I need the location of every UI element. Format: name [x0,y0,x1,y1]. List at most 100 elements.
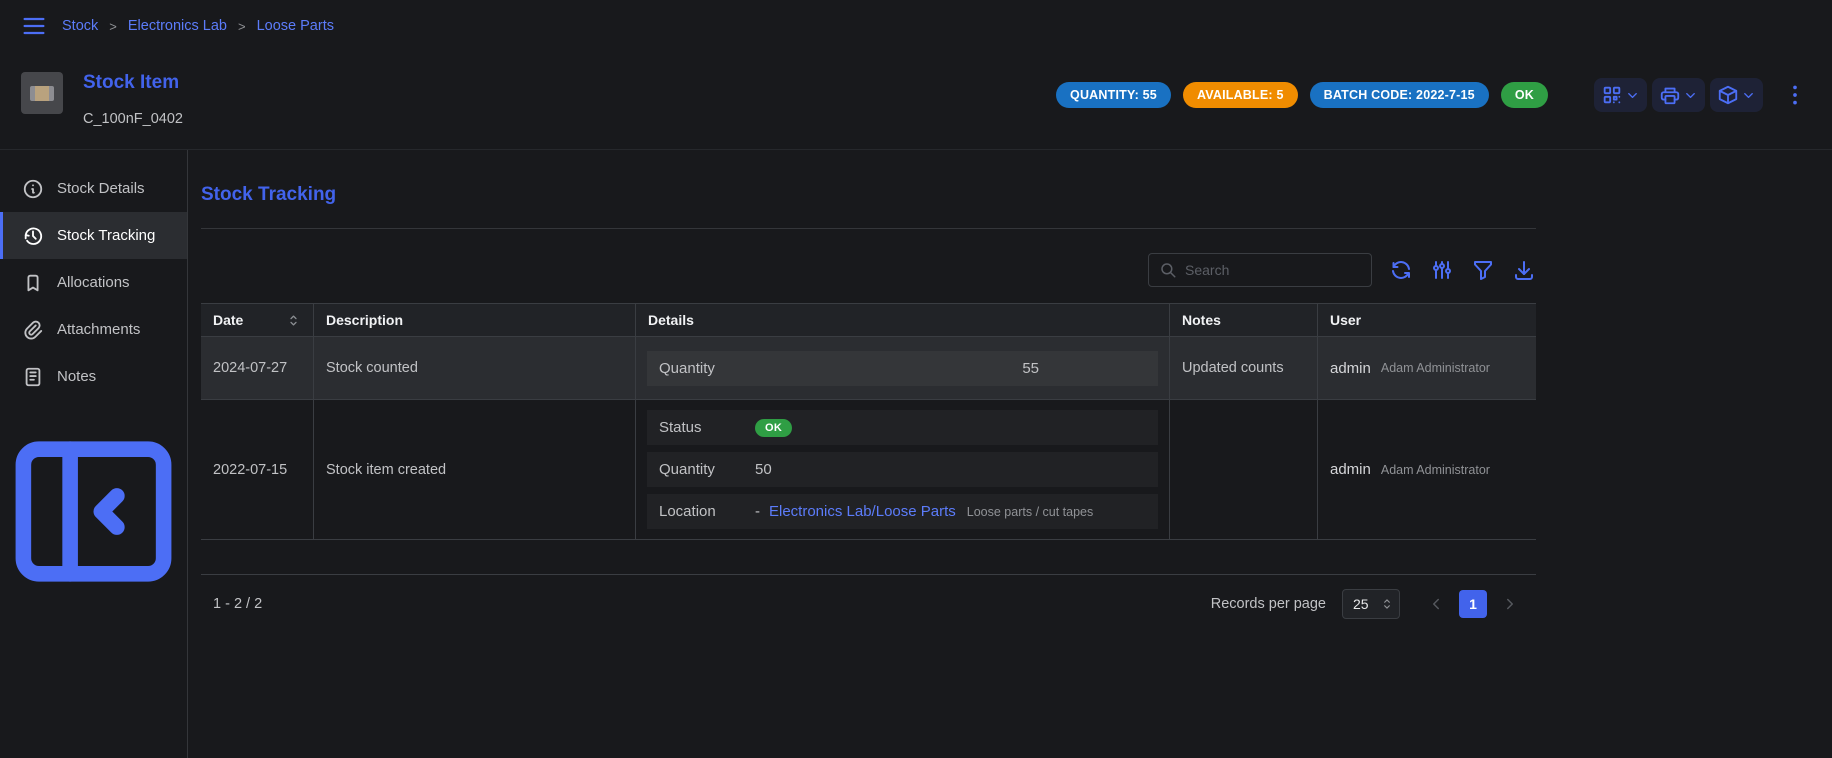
more-options-button[interactable] [1782,82,1808,108]
pagination-controls: Records per page 25 1 [1211,589,1524,619]
search-box [1148,253,1372,287]
detail-line-quantity: Quantity 55 [647,351,1158,386]
print-actions-button[interactable] [1652,78,1705,112]
sidebar-item-stock-tracking[interactable]: Stock Tracking [0,212,187,259]
quantity-badge: QUANTITY: 55 [1056,82,1171,108]
prev-page-button[interactable] [1422,590,1450,618]
sidebar-item-label: Notes [57,368,96,385]
record-range: 1 - 2 / 2 [213,596,262,612]
part-name: C_100nF_0402 [83,111,183,127]
detail-value: 50 [755,461,772,478]
sidebar-item-label: Allocations [57,274,130,291]
sidebar-collapse-icon[interactable] [0,418,187,605]
selector-icon [1380,597,1394,611]
stock-actions-button[interactable] [1710,78,1763,112]
table-row[interactable]: 2024-07-27 Stock counted Quantity 55 Upd… [201,337,1536,400]
chevron-down-icon [1625,88,1640,103]
page-title: Stock Item [83,72,183,94]
barcode-actions-button[interactable] [1594,78,1647,112]
batch-code-badge: BATCH CODE: 2022-7-15 [1310,82,1489,108]
filter-icon[interactable] [1471,258,1495,282]
column-header-user[interactable]: User [1318,304,1536,336]
cell-details: Quantity 55 [636,337,1170,399]
location-link[interactable]: Electronics Lab/Loose Parts [769,503,956,520]
printer-icon [1659,84,1681,106]
table-row[interactable]: 2022-07-15 Stock item created Status OK … [201,400,1536,540]
part-thumbnail[interactable] [21,72,63,114]
info-circle-icon [22,178,44,200]
panel-divider [201,228,1536,229]
top-navbar: Stock > Electronics Lab > Loose Parts [0,0,1832,52]
cell-notes [1170,400,1318,539]
header-actions [1594,78,1808,112]
column-label: Description [326,312,403,328]
adjustments-icon[interactable] [1430,258,1454,282]
status-badges: QUANTITY: 55 AVAILABLE: 5 BATCH CODE: 20… [1056,82,1548,108]
breadcrumb-electronics-lab[interactable]: Electronics Lab [128,18,227,34]
user-fullname: Adam Administrator [1381,361,1490,375]
hamburger-menu-icon[interactable] [20,12,48,40]
sidebar-item-label: Stock Tracking [57,227,155,244]
page-1-button[interactable]: 1 [1459,590,1487,618]
sort-icon[interactable] [286,313,301,328]
detail-label: Quantity [659,461,755,478]
download-icon[interactable] [1512,258,1536,282]
breadcrumb-stock[interactable]: Stock [62,18,98,34]
title-block: Stock Item C_100nF_0402 [83,72,183,127]
notes-icon [22,366,44,388]
column-label: Date [213,312,243,328]
search-input[interactable] [1185,262,1361,278]
header-right: QUANTITY: 55 AVAILABLE: 5 BATCH CODE: 20… [1056,72,1808,112]
detail-label: Quantity [659,360,829,377]
sidebar-item-attachments[interactable]: Attachments [0,306,187,353]
cell-description: Stock counted [314,337,636,399]
page-size-select[interactable]: 25 [1342,589,1400,619]
column-label: Details [648,312,694,328]
next-page-button[interactable] [1496,590,1524,618]
paperclip-icon [22,319,44,341]
cell-date: 2022-07-15 [201,400,314,539]
sidebar: Stock Details Stock Tracking Allocations… [0,150,188,758]
sidebar-item-stock-details[interactable]: Stock Details [0,165,187,212]
sidebar-item-notes[interactable]: Notes [0,353,187,400]
refresh-icon[interactable] [1389,258,1413,282]
cell-date: 2024-07-27 [201,337,314,399]
status-ok-badge: OK [1501,82,1548,108]
detail-line-status: Status OK [647,410,1158,445]
bookmark-icon [22,272,44,294]
page-header: Stock Item C_100nF_0402 QUANTITY: 55 AVA… [0,52,1832,149]
detail-label: Location [659,503,755,520]
username: admin [1330,461,1371,478]
available-badge: AVAILABLE: 5 [1183,82,1298,108]
detail-label: Status [659,419,755,436]
cell-user: admin Adam Administrator [1318,337,1536,399]
user-fullname: Adam Administrator [1381,463,1490,477]
sidebar-item-allocations[interactable]: Allocations [0,259,187,306]
search-icon [1159,261,1177,279]
location-description: Loose parts / cut tapes [967,505,1093,519]
column-header-notes[interactable]: Notes [1170,304,1318,336]
pager: 1 [1422,590,1524,618]
panel-title: Stock Tracking [201,184,1536,206]
breadcrumb-loose-parts[interactable]: Loose Parts [257,18,334,34]
breadcrumb: Stock > Electronics Lab > Loose Parts [62,18,334,34]
cell-details: Status OK Quantity 50 Location - Electro… [636,400,1170,539]
table-header-row: Date Description Details Notes User [201,304,1536,337]
sidebar-item-label: Stock Details [57,180,145,197]
qrcode-icon [1601,84,1623,106]
table-empty-space [201,540,1536,574]
column-label: Notes [1182,312,1221,328]
detail-line-quantity: Quantity 50 [647,452,1158,487]
cell-user: admin Adam Administrator [1318,400,1536,539]
username: admin [1330,360,1371,377]
cell-description: Stock item created [314,400,636,539]
column-header-date[interactable]: Date [201,304,314,336]
location-dash: - [755,503,760,520]
column-header-description[interactable]: Description [314,304,636,336]
chevron-down-icon [1683,88,1698,103]
sidebar-item-label: Attachments [57,321,140,338]
table-toolbar [201,253,1536,287]
capacitor-image [30,86,54,101]
column-header-details[interactable]: Details [636,304,1170,336]
status-ok-mini-badge: OK [755,419,792,437]
